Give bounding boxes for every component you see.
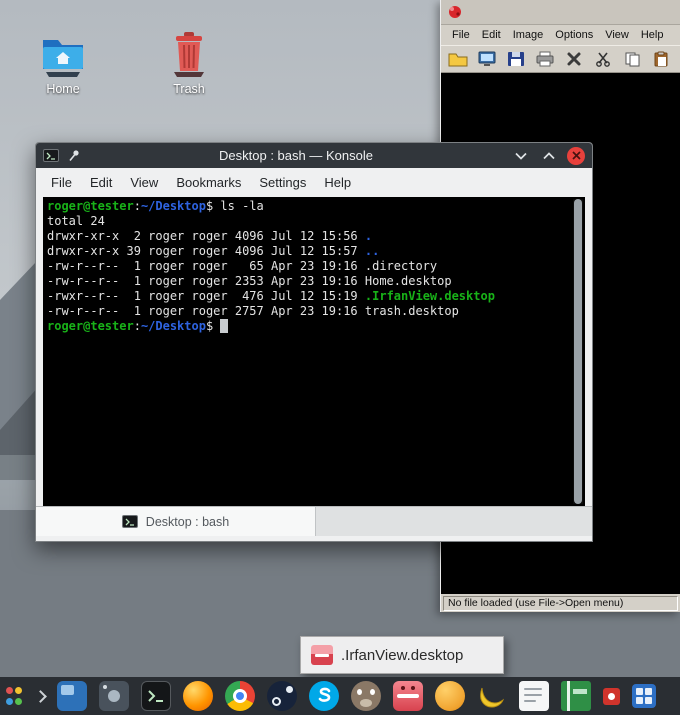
viewer-status-text: No file loaded (use File->Open menu) <box>443 596 678 611</box>
konsole-window: Desktop : bash — Konsole File Edit View … <box>35 142 593 542</box>
close-icon <box>572 151 581 160</box>
konsole-menu-edit[interactable]: Edit <box>81 170 121 195</box>
irfanview-window-icon <box>447 4 463 20</box>
copy-icon <box>624 51 640 67</box>
konsole-menu-file[interactable]: File <box>42 170 81 195</box>
text-editor-icon[interactable] <box>519 681 549 711</box>
drag-ghost[interactable]: .IrfanView.desktop <box>300 636 504 674</box>
print-button[interactable] <box>532 48 558 71</box>
desktop-icon-label: Trash <box>146 82 232 96</box>
pin-icon[interactable] <box>67 149 81 163</box>
konsole-bottom-frame <box>36 536 592 541</box>
viewer-menu-help[interactable]: Help <box>635 27 670 43</box>
terminal-line: roger@tester:~/Desktop$ <box>47 319 569 334</box>
terminal-line: -rw-r--r-- 1 roger roger 2757 Apr 23 19:… <box>47 304 569 319</box>
irfanview-file-icon <box>311 645 333 665</box>
banana-app-icon[interactable] <box>477 681 507 711</box>
screen: Home Trash File Edit Image Option <box>0 0 680 715</box>
terminal-line: drwxr-xr-x 39 roger roger 4096 Jul 12 15… <box>47 244 569 259</box>
chevron-up-icon <box>543 152 555 160</box>
minimize-button[interactable] <box>511 146 531 166</box>
paste-icon <box>653 51 669 67</box>
app-launcher-icon[interactable] <box>4 686 24 706</box>
save-icon <box>507 51 525 67</box>
close-button[interactable] <box>567 147 585 165</box>
viewer-menu-edit[interactable]: Edit <box>476 27 507 43</box>
terminal-line: total 24 <box>47 214 569 229</box>
terminal-tab-icon <box>122 515 138 528</box>
gimp-icon[interactable] <box>351 681 381 711</box>
konsole-tabbar: Desktop : bash <box>36 506 592 536</box>
desktop-icon-label: Home <box>20 82 106 96</box>
drag-ghost-label: .IrfanView.desktop <box>341 647 463 664</box>
firefox-icon[interactable] <box>183 681 213 711</box>
konsole-menu-view[interactable]: View <box>121 170 167 195</box>
maximize-button[interactable] <box>539 146 559 166</box>
viewer-menu-image[interactable]: Image <box>507 27 550 43</box>
viewer-menubar: File Edit Image Options View Help <box>441 25 680 45</box>
irfanview-icon[interactable] <box>393 681 423 711</box>
skype-icon[interactable] <box>309 681 339 711</box>
desktop-icon-trash[interactable]: Trash <box>146 30 232 96</box>
konsole-menu-settings[interactable]: Settings <box>250 170 315 195</box>
konsole-title: Desktop : bash — Konsole <box>89 148 503 163</box>
open-folder-button[interactable] <box>445 48 471 71</box>
terminal-output[interactable]: roger@tester:~/Desktop$ ls -latotal 24dr… <box>47 199 569 504</box>
delete-button[interactable] <box>561 48 587 71</box>
steam-icon[interactable] <box>267 681 297 711</box>
konsole-titlebar[interactable]: Desktop : bash — Konsole <box>36 143 592 168</box>
open-folder-icon <box>448 51 468 67</box>
copy-button[interactable] <box>619 48 645 71</box>
terminal-tab-label: Desktop : bash <box>146 515 229 529</box>
expand-chevron-icon[interactable] <box>34 690 47 703</box>
camera-icon[interactable] <box>99 681 129 711</box>
trash-icon <box>164 30 214 78</box>
tray-blue-grid-icon[interactable] <box>632 684 656 708</box>
home-folder-icon <box>38 30 88 78</box>
konsole-taskbar-icon[interactable] <box>141 681 171 711</box>
paste-button[interactable] <box>648 48 674 71</box>
terminal-line: -rw-r--r-- 1 roger roger 2353 Apr 23 19:… <box>47 274 569 289</box>
cut-button[interactable] <box>590 48 616 71</box>
terminal-line: -rw-r--r-- 1 roger roger 65 Apr 23 19:16… <box>47 259 569 274</box>
delete-x-icon <box>566 51 582 67</box>
terminal-line: drwxr-xr-x 2 roger roger 4096 Jul 12 15:… <box>47 229 569 244</box>
viewer-menu-file[interactable]: File <box>446 27 476 43</box>
viewer-menu-view[interactable]: View <box>599 27 635 43</box>
slideshow-icon <box>477 51 497 67</box>
taskbar <box>0 677 680 715</box>
viewer-titlebar[interactable] <box>441 0 680 25</box>
terminal-line: roger@tester:~/Desktop$ ls -la <box>47 199 569 214</box>
viewer-menu-options[interactable]: Options <box>549 27 599 43</box>
viewer-statusbar: No file loaded (use File->Open menu) <box>441 594 680 612</box>
viewer-toolbar <box>441 45 680 73</box>
green-book-app-icon[interactable] <box>561 681 591 711</box>
desktop-pager-icon[interactable] <box>57 681 87 711</box>
terminal-line: -rwxr--r-- 1 roger roger 476 Jul 12 15:1… <box>47 289 569 304</box>
konsole-menu-help[interactable]: Help <box>315 170 360 195</box>
tray-red-icon[interactable] <box>603 688 620 705</box>
terminal-viewport[interactable]: roger@tester:~/Desktop$ ls -latotal 24dr… <box>43 197 585 506</box>
orange-round-app-icon[interactable] <box>435 681 465 711</box>
print-icon <box>535 51 555 67</box>
konsole-menubar: File Edit View Bookmarks Settings Help <box>36 168 592 197</box>
scrollbar-handle[interactable] <box>574 199 582 504</box>
desktop-icon-home[interactable]: Home <box>20 30 106 96</box>
terminal-tab[interactable]: Desktop : bash <box>36 507 316 536</box>
slideshow-button[interactable] <box>474 48 500 71</box>
save-button[interactable] <box>503 48 529 71</box>
chrome-icon[interactable] <box>225 681 255 711</box>
konsole-window-icon <box>43 149 59 162</box>
scissors-icon <box>595 51 611 67</box>
konsole-menu-bookmarks[interactable]: Bookmarks <box>167 170 250 195</box>
terminal-scrollbar[interactable] <box>573 199 583 504</box>
chevron-down-icon <box>515 152 527 160</box>
